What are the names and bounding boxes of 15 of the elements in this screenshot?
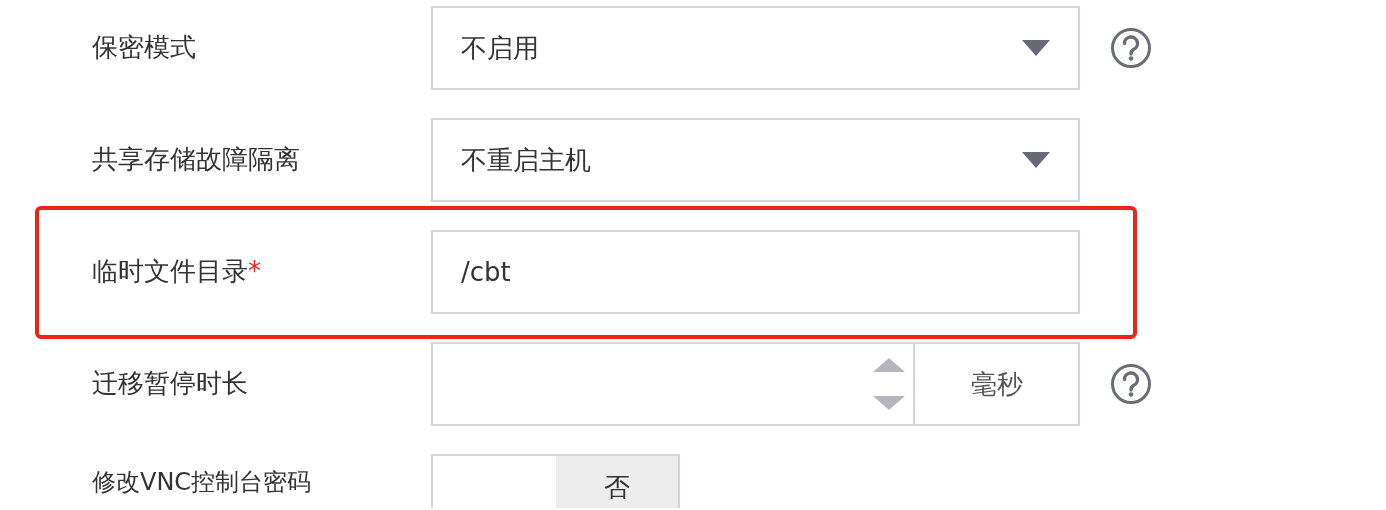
dropdown-caret-icon [1022,40,1050,56]
field-label: 共享存储故障隔离 [91,144,301,176]
input-field[interactable]: /cbt [431,230,1080,314]
help-icon[interactable] [1110,27,1152,69]
field-label: 修改VNC控制台密码 [91,467,313,497]
dropdown-caret-icon [1022,152,1050,168]
field-label: 保密模式 [91,32,197,64]
number-field[interactable] [431,342,913,426]
unit-label: 毫秒 [913,342,1080,426]
toggle-switch[interactable]: 否 [431,454,680,508]
help-icon[interactable] [1110,363,1152,405]
select-field[interactable]: 不启用 [431,6,1080,90]
select-field[interactable]: 不重启主机 [431,118,1080,202]
field-label: 迁移暂停时长 [91,368,249,400]
field-label: 临时文件目录* [91,256,262,288]
